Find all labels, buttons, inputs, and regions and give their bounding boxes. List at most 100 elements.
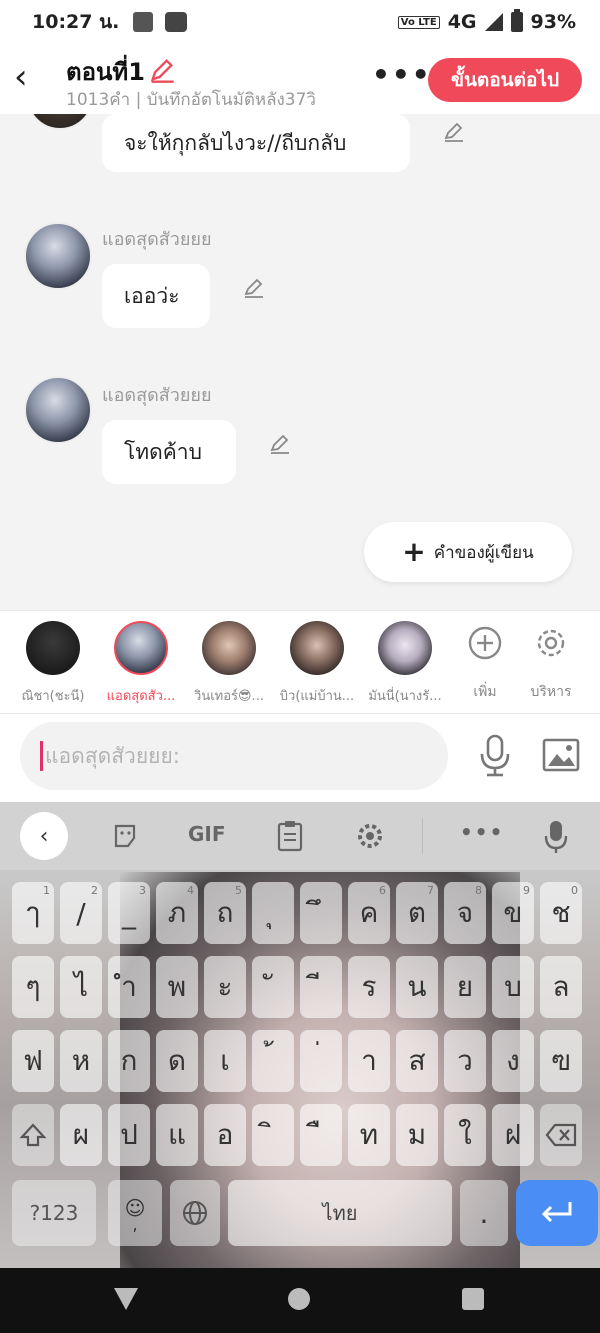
microphone-icon[interactable] xyxy=(478,734,512,778)
clipboard-icon[interactable] xyxy=(276,820,304,852)
key[interactable]: 1ๅ xyxy=(12,882,54,944)
key[interactable]: ้ xyxy=(252,1030,294,1092)
key[interactable]: 7ต xyxy=(396,882,438,944)
edit-message-icon[interactable] xyxy=(242,276,266,300)
enter-key[interactable] xyxy=(516,1180,598,1246)
key[interactable]: ก xyxy=(108,1030,150,1092)
key[interactable]: ร xyxy=(348,956,390,1018)
edit-message-icon[interactable] xyxy=(268,432,292,456)
emoji-key[interactable]: ☺, xyxy=(108,1180,162,1246)
back-arrow-icon[interactable]: ‹ xyxy=(14,60,40,96)
character-avatar xyxy=(378,621,432,675)
key[interactable]: ม xyxy=(396,1104,438,1166)
key[interactable]: ด xyxy=(156,1030,198,1092)
add-character-button[interactable]: เพิ่ม xyxy=(450,625,520,703)
key[interactable]: ย xyxy=(444,956,486,1018)
character-item[interactable]: บิว(แม่บ้าน... xyxy=(272,621,362,706)
character-bar: ณิชา(ชะนี) แอดสุดสัว... วินเทอร์😎... บิว… xyxy=(0,610,600,714)
key[interactable]: น xyxy=(396,956,438,1018)
key[interactable]: ื xyxy=(300,1104,342,1166)
key[interactable]: ี xyxy=(300,956,342,1018)
character-item-selected[interactable]: แอดสุดสัว... xyxy=(96,621,186,706)
key[interactable]: ฃ xyxy=(540,1030,582,1092)
key[interactable]: ว xyxy=(444,1030,486,1092)
message-bubble[interactable]: โทดค้าบ xyxy=(102,420,236,484)
more-keyboard-options-icon[interactable]: ••• xyxy=(460,820,504,844)
key[interactable]: 6ค xyxy=(348,882,390,944)
character-name: วินเทอร์😎... xyxy=(194,689,264,704)
key[interactable]: ั xyxy=(252,956,294,1018)
voice-input-icon[interactable] xyxy=(544,820,568,854)
nav-recents-icon[interactable] xyxy=(462,1288,484,1310)
key[interactable]: 0ช xyxy=(540,882,582,944)
key[interactable]: ใ xyxy=(444,1104,486,1166)
keyboard-settings-icon[interactable] xyxy=(356,822,384,850)
key[interactable]: อ xyxy=(204,1104,246,1166)
key[interactable]: 5ถ xyxy=(204,882,246,944)
key[interactable]: ะ xyxy=(204,956,246,1018)
key[interactable]: ห xyxy=(60,1030,102,1092)
key[interactable]: 8จ xyxy=(444,882,486,944)
key[interactable]: ผ xyxy=(60,1104,102,1166)
manage-characters-button[interactable]: บริหาร xyxy=(516,625,586,703)
collapse-toolbar-button[interactable]: ‹ xyxy=(20,812,68,860)
enter-icon xyxy=(541,1202,572,1223)
key[interactable]: ท xyxy=(348,1104,390,1166)
character-item[interactable]: ณิชา(ชะนี) xyxy=(8,621,98,706)
key[interactable]: ุ xyxy=(252,882,294,944)
key[interactable]: ่ xyxy=(300,1030,342,1092)
key[interactable]: า xyxy=(348,1030,390,1092)
numbers-key[interactable]: ?123 xyxy=(12,1180,96,1246)
key[interactable]: ฟ xyxy=(12,1030,54,1092)
key[interactable]: ส xyxy=(396,1030,438,1092)
key-row-5: ?123 ☺, ไทย . xyxy=(12,1180,598,1248)
language-key[interactable] xyxy=(170,1180,220,1246)
sender-name: แอดสุดสัวยยย xyxy=(102,229,212,250)
gif-button[interactable]: GIF xyxy=(188,822,226,846)
key[interactable]: แ xyxy=(156,1104,198,1166)
author-note-button[interactable]: + คำของผู้เขียน xyxy=(364,522,572,582)
next-step-button[interactable]: ขั้นตอนต่อไป xyxy=(428,58,582,102)
key[interactable]: 9ข xyxy=(492,882,534,944)
message-bubble[interactable]: เออว่ะ xyxy=(102,264,210,328)
key[interactable]: บ xyxy=(492,956,534,1018)
system-nav-bar xyxy=(0,1268,600,1333)
nav-home-icon[interactable] xyxy=(288,1288,310,1310)
key[interactable]: ไ xyxy=(60,956,102,1018)
character-name: ณิชา(ชะนี) xyxy=(21,689,85,704)
key[interactable]: 2/ xyxy=(60,882,102,944)
nav-back-icon[interactable] xyxy=(114,1288,138,1310)
image-gallery-icon[interactable] xyxy=(542,738,580,772)
key[interactable]: ฝ xyxy=(492,1104,534,1166)
key[interactable]: ป xyxy=(108,1104,150,1166)
key[interactable]: ึ xyxy=(300,882,342,944)
key[interactable]: ๆ xyxy=(12,956,54,1018)
text-caret xyxy=(40,741,43,771)
message-bubble[interactable]: จะให้กุกลับไงวะ//ถีบกลับ xyxy=(102,114,410,172)
key[interactable]: พ xyxy=(156,956,198,1018)
space-bar[interactable]: ไทย xyxy=(228,1180,452,1246)
character-avatar xyxy=(202,621,256,675)
edit-message-icon[interactable] xyxy=(442,120,466,144)
key[interactable]: 3 _ xyxy=(108,882,150,944)
message-input[interactable]: แอดสุดสัวยยย: xyxy=(20,722,448,790)
volte-icon: Vo LTE xyxy=(397,15,440,29)
key[interactable]: ง xyxy=(492,1030,534,1092)
character-name: แอดสุดสัว... xyxy=(106,689,176,704)
key[interactable]: 4ภ xyxy=(156,882,198,944)
key[interactable]: เ xyxy=(204,1030,246,1092)
period-key[interactable]: . xyxy=(460,1180,508,1246)
more-options-icon[interactable]: ••• xyxy=(372,58,432,91)
sticker-icon[interactable] xyxy=(112,822,140,850)
globe-icon xyxy=(183,1201,207,1225)
key[interactable]: ำ xyxy=(108,956,150,1018)
key[interactable]: ล xyxy=(540,956,582,1018)
character-item[interactable]: วินเทอร์😎... xyxy=(184,621,274,706)
key[interactable]: ิ xyxy=(252,1104,294,1166)
character-item[interactable]: มันนี่(นางรั... xyxy=(360,621,450,706)
shift-key[interactable] xyxy=(12,1104,54,1166)
editor-header: ‹ ตอนที่1 1013คำ | บันทึกอัตโนมัติหลัง37… xyxy=(0,44,600,114)
backspace-key[interactable] xyxy=(540,1104,582,1166)
message-text: เออว่ะ xyxy=(124,283,180,308)
edit-title-icon[interactable] xyxy=(148,56,176,84)
